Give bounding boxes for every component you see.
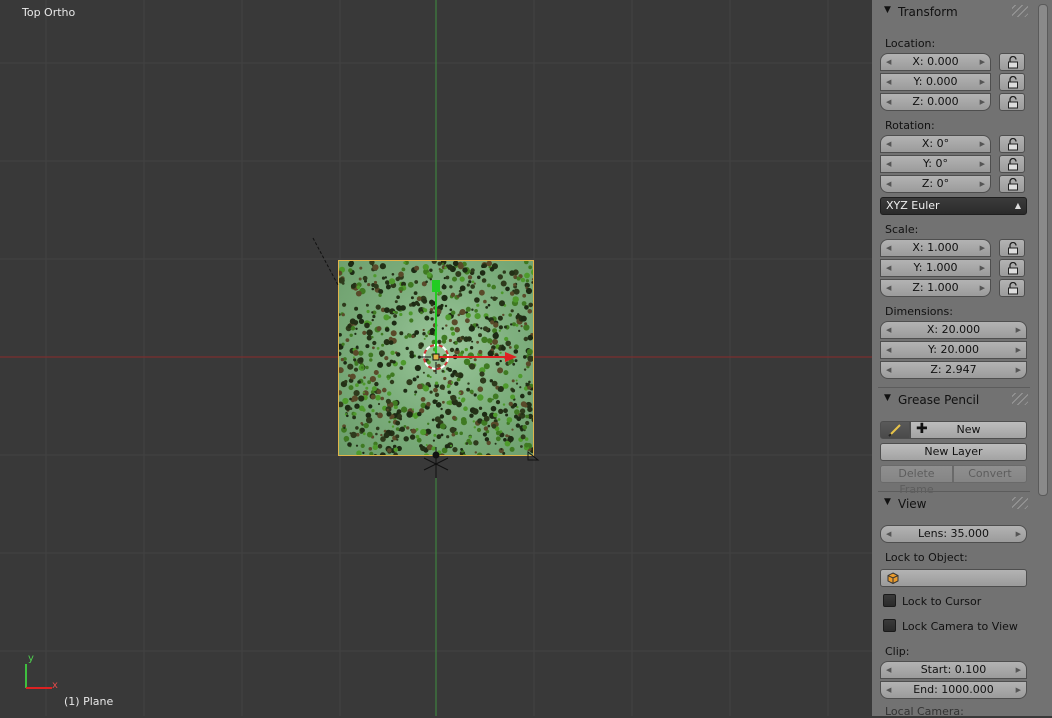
padlock-icon <box>1007 96 1019 109</box>
padlock-icon <box>1007 178 1019 191</box>
padlock-icon <box>1007 158 1019 171</box>
location-z-field[interactable]: ◀Z: 0.000▶ <box>880 93 991 111</box>
location-label: Location: <box>885 37 935 50</box>
panel-title: Grease Pencil <box>898 393 979 407</box>
pencil-icon-button[interactable] <box>880 421 910 439</box>
drag-grip-icon[interactable] <box>1012 497 1028 509</box>
view-title: Top Ortho <box>22 6 75 19</box>
padlock-icon <box>1007 262 1019 275</box>
panel-separator <box>878 387 1030 388</box>
collapse-triangle-icon: ▼ <box>884 497 891 507</box>
rotation-label: Rotation: <box>885 119 935 132</box>
scale-y-field[interactable]: ◀Y: 1.000▶ <box>880 259 991 277</box>
panel-title: Transform <box>898 5 958 19</box>
padlock-icon <box>1007 242 1019 255</box>
tree-texture <box>339 261 534 456</box>
convert-button[interactable]: Convert <box>953 465 1027 483</box>
axis-y-label: y <box>28 653 34 664</box>
axis-x-label: x <box>52 680 58 691</box>
transform-panel-header[interactable]: ▼ Transform <box>878 2 1030 22</box>
lock-to-object-label: Lock to Object: <box>885 551 968 564</box>
lock-camera-to-view-checkbox[interactable] <box>883 619 896 632</box>
local-camera-label: Local Camera: <box>885 705 964 718</box>
clip-end-field[interactable]: ◀End: 1000.000▶ <box>880 681 1027 699</box>
pencil-icon <box>888 423 902 437</box>
lens-field[interactable]: ◀Lens: 35.000▶ <box>880 525 1027 543</box>
dimensions-label: Dimensions: <box>885 305 953 318</box>
updown-arrow-icon: ▲ <box>1015 198 1021 214</box>
rotation-mode-value: XYZ Euler <box>886 199 940 212</box>
plane-object[interactable] <box>338 260 534 456</box>
location-x-field[interactable]: ◀X: 0.000▶ <box>880 53 991 71</box>
scale-x-field[interactable]: ◀X: 1.000▶ <box>880 239 991 257</box>
scale-y-lock-toggle[interactable] <box>999 259 1025 277</box>
delete-frame-button[interactable]: Delete Frame <box>880 465 953 483</box>
location-x-lock-toggle[interactable] <box>999 53 1025 71</box>
padlock-icon <box>1007 138 1019 151</box>
grease-pencil-new-button[interactable]: ✚ New <box>910 421 1027 439</box>
panel-title: View <box>898 497 926 511</box>
clip-start-field[interactable]: ◀Start: 0.100▶ <box>880 661 1027 679</box>
scale-z-lock-toggle[interactable] <box>999 279 1025 297</box>
rotation-x-lock-toggle[interactable] <box>999 135 1025 153</box>
padlock-icon <box>1007 76 1019 89</box>
scale-x-lock-toggle[interactable] <box>999 239 1025 257</box>
grease-pencil-panel-header[interactable]: ▼ Grease Pencil <box>878 390 1030 410</box>
active-object-label: (1) Plane <box>64 695 113 708</box>
scale-label: Scale: <box>885 223 918 236</box>
rotation-z-lock-toggle[interactable] <box>999 175 1025 193</box>
sidebar-scrollbar[interactable] <box>1038 4 1048 496</box>
scale-z-field[interactable]: ◀Z: 1.000▶ <box>880 279 991 297</box>
location-y-field[interactable]: ◀Y: 0.000▶ <box>880 73 991 91</box>
dimensions-z-field[interactable]: ◀Z: 2.947▶ <box>880 361 1027 379</box>
lock-to-cursor-checkbox[interactable] <box>883 594 896 607</box>
collapse-triangle-icon: ▼ <box>884 5 891 15</box>
padlock-icon <box>1007 56 1019 69</box>
rotation-y-field[interactable]: ◀Y: 0°▶ <box>880 155 991 173</box>
panel-separator <box>878 491 1030 492</box>
plus-icon: ✚ <box>916 421 928 437</box>
rotation-x-field[interactable]: ◀X: 0°▶ <box>880 135 991 153</box>
collapse-triangle-icon: ▼ <box>884 393 891 403</box>
dimensions-x-field[interactable]: ◀X: 20.000▶ <box>880 321 1027 339</box>
lock-camera-to-view-label: Lock Camera to View <box>902 620 1018 633</box>
dimensions-y-field[interactable]: ◀Y: 20.000▶ <box>880 341 1027 359</box>
clip-label: Clip: <box>885 645 909 658</box>
3d-viewport[interactable]: Top Ortho <box>0 0 872 716</box>
rotation-y-lock-toggle[interactable] <box>999 155 1025 173</box>
location-z-lock-toggle[interactable] <box>999 93 1025 111</box>
lock-object-field[interactable] <box>880 569 1027 587</box>
object-cube-icon <box>887 572 899 584</box>
drag-grip-icon[interactable] <box>1012 5 1028 17</box>
location-y-lock-toggle[interactable] <box>999 73 1025 91</box>
drag-grip-icon[interactable] <box>1012 393 1028 405</box>
padlock-icon <box>1007 282 1019 295</box>
new-layer-button[interactable]: New Layer <box>880 443 1027 461</box>
axis-gizmo <box>18 652 66 694</box>
lock-to-cursor-label: Lock to Cursor <box>902 595 981 608</box>
rotation-z-field[interactable]: ◀Z: 0°▶ <box>880 175 991 193</box>
view-panel-header[interactable]: ▼ View <box>878 494 1030 514</box>
rotation-mode-dropdown[interactable]: XYZ Euler ▲ <box>880 197 1027 215</box>
